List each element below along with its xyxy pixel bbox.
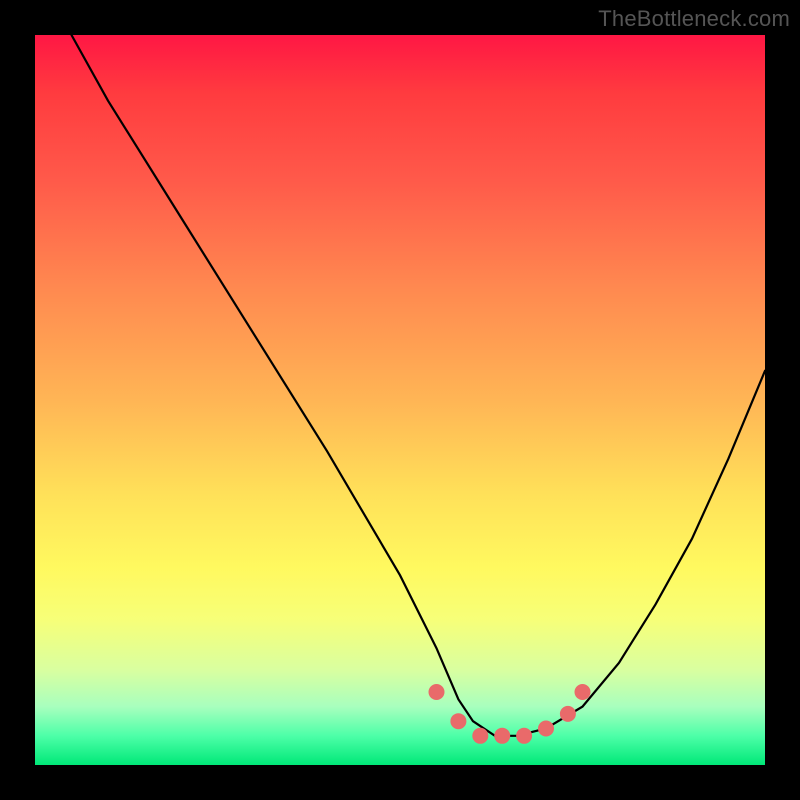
trough-dot: [538, 721, 554, 737]
trough-dot: [450, 713, 466, 729]
plot-area: [35, 35, 765, 765]
trough-dot: [575, 684, 591, 700]
trough-dot: [494, 728, 510, 744]
trough-dot: [516, 728, 532, 744]
trough-dots: [429, 684, 591, 744]
trough-dot: [429, 684, 445, 700]
chart-frame: TheBottleneck.com: [0, 0, 800, 800]
chart-svg: [35, 35, 765, 765]
bottleneck-curve: [72, 35, 766, 736]
watermark-text: TheBottleneck.com: [598, 6, 790, 32]
trough-dot: [560, 706, 576, 722]
trough-dot: [472, 728, 488, 744]
